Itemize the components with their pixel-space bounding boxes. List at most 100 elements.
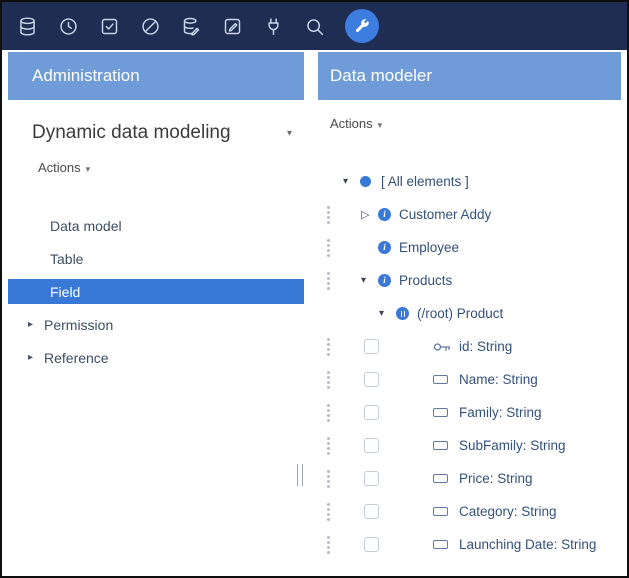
panel-resize-handle[interactable] (297, 464, 303, 486)
indent-spacer (338, 445, 364, 446)
tree-item-label: Name: String (459, 372, 538, 387)
tree-row-id-string[interactable]: id: String (318, 330, 621, 363)
tree-item-label: Customer Addy (399, 207, 491, 222)
tree-row-customer-addy[interactable]: ▷iCustomer Addy (318, 198, 621, 231)
sidebar-item-reference[interactable]: ▸ Reference (8, 345, 304, 370)
tree-item-label: Products (399, 273, 452, 288)
tree-item-label: Employee (399, 240, 459, 255)
sidebar-item-data-model[interactable]: Data model (8, 213, 304, 238)
dropdown-caret-icon: ▾ (378, 120, 383, 130)
collapse-arrow-icon[interactable]: ▸ (28, 319, 38, 330)
plug-icon[interactable] (262, 15, 284, 37)
data-modeler-panel-header: Data modeler (318, 52, 621, 100)
tree-row-subfamily-string[interactable]: SubFamily: String (318, 429, 621, 462)
edit-check-icon[interactable] (221, 15, 243, 37)
tree-row-employee[interactable]: iEmployee (318, 231, 621, 264)
handle-slot (318, 543, 338, 546)
expander-collapsed-icon[interactable]: ▷ (361, 208, 378, 221)
tree-row-category-string[interactable]: Category: String (318, 495, 621, 528)
field-checkbox[interactable] (364, 339, 379, 354)
sidebar-item-label: Reference (44, 350, 109, 366)
handle-slot (318, 510, 338, 513)
data-modeler-panel-body: Actions▾ ▾[ All elements ]▷iCustomer Add… (318, 100, 621, 576)
indent-spacer (379, 544, 433, 545)
tree-row-launching-date-string[interactable]: Launching Date: String (318, 528, 621, 561)
indent-spacer (338, 346, 364, 347)
indent-spacer (338, 412, 364, 413)
field-checkbox[interactable] (364, 471, 379, 486)
wrench-icon[interactable] (345, 9, 379, 43)
expander-expanded-icon[interactable]: ▾ (361, 275, 378, 286)
tree-row-family-string[interactable]: Family: String (318, 396, 621, 429)
task-check-icon[interactable] (98, 15, 120, 37)
sidebar-item-table[interactable]: Table (8, 246, 304, 271)
clock-icon[interactable] (57, 15, 79, 37)
admin-nav-list: Data model Table Field ▸ Permission ▸ Referenc… (8, 213, 304, 370)
administration-panel-body: Dynamic data modeling ▾ Actions▾ Data mo… (8, 100, 304, 576)
drag-handle-icon[interactable] (327, 272, 330, 275)
app-window: Administration Dynamic data modeling ▾ A… (0, 0, 629, 578)
tree-row-name-string[interactable]: Name: String (318, 363, 621, 396)
sidebar-item-label: Data model (50, 218, 122, 234)
sidebar-item-label: Field (50, 284, 80, 300)
handle-slot (318, 378, 338, 381)
admin-actions-menu[interactable]: Actions▾ (8, 144, 90, 175)
field-checkbox[interactable] (364, 438, 379, 453)
database-icon[interactable] (16, 15, 38, 37)
indent-spacer (338, 379, 364, 380)
info-badge-icon: i (378, 274, 395, 287)
tree-row-products[interactable]: ▾i Products (318, 264, 621, 297)
sidebar-item-field[interactable]: Field (8, 279, 304, 304)
drag-handle-icon[interactable] (327, 503, 330, 506)
indent-spacer (379, 511, 433, 512)
tree-row-price-string[interactable]: Price: String (318, 462, 621, 495)
tree-item-label: Category: String (459, 504, 557, 519)
sidebar-item-label: Permission (44, 317, 113, 333)
administration-panel-title: Administration (32, 66, 140, 86)
drag-handle-icon[interactable] (327, 371, 330, 374)
field-icon (433, 507, 455, 516)
field-icon (433, 408, 455, 417)
drag-handle-icon[interactable] (327, 239, 330, 242)
handle-slot (318, 213, 338, 216)
indent-spacer (338, 478, 364, 479)
data-modeler-panel: Data modeler Actions▾ ▾ [ All elements ] ▷… (318, 52, 621, 576)
collapse-arrow-icon[interactable]: ▸ (28, 352, 38, 363)
tree-item-label: Family: String (459, 405, 542, 420)
drag-handle-icon[interactable] (327, 338, 330, 341)
tree-item-label: (/root) Product (417, 306, 503, 321)
handle-slot (318, 279, 338, 282)
field-checkbox[interactable] (364, 504, 379, 519)
data-modeler-panel-title: Data modeler (330, 66, 432, 86)
all-elements-circle-icon (360, 176, 377, 187)
tree-row-root-product[interactable]: ▾ (/root) Product (318, 297, 621, 330)
field-checkbox[interactable] (364, 372, 379, 387)
tree-item-label: SubFamily: String (459, 438, 566, 453)
sidebar-item-permission[interactable]: ▸ Permission (8, 312, 304, 337)
expander-expanded-icon[interactable]: ▾ (379, 308, 396, 319)
drag-handle-icon[interactable] (327, 404, 330, 407)
tree-item-label: id: String (459, 339, 512, 354)
handle-slot (318, 345, 338, 348)
database-edit-icon[interactable] (180, 15, 202, 37)
slash-circle-icon[interactable] (139, 15, 161, 37)
drag-handle-icon[interactable] (327, 536, 330, 539)
drag-handle-icon[interactable] (327, 470, 330, 473)
drag-handle-icon[interactable] (327, 437, 330, 440)
title-dropdown-caret-icon[interactable]: ▾ (287, 128, 292, 139)
indent-spacer (379, 346, 433, 347)
modeler-actions-menu[interactable]: Actions▾ (318, 100, 382, 131)
tree-row-all-elements[interactable]: ▾ [ All elements ] (318, 165, 621, 198)
field-icon (433, 474, 455, 483)
tree-item-label: [ All elements ] (381, 174, 469, 189)
key-icon (433, 341, 455, 353)
tree-item-label: Price: String (459, 471, 533, 486)
dropdown-caret-icon: ▾ (86, 164, 91, 174)
field-checkbox[interactable] (364, 405, 379, 420)
field-checkbox[interactable] (364, 537, 379, 552)
expander-expanded-icon[interactable]: ▾ (343, 176, 360, 187)
indent-spacer (338, 544, 364, 545)
search-icon[interactable] (303, 15, 325, 37)
handle-slot (318, 477, 338, 480)
drag-handle-icon[interactable] (327, 206, 330, 209)
